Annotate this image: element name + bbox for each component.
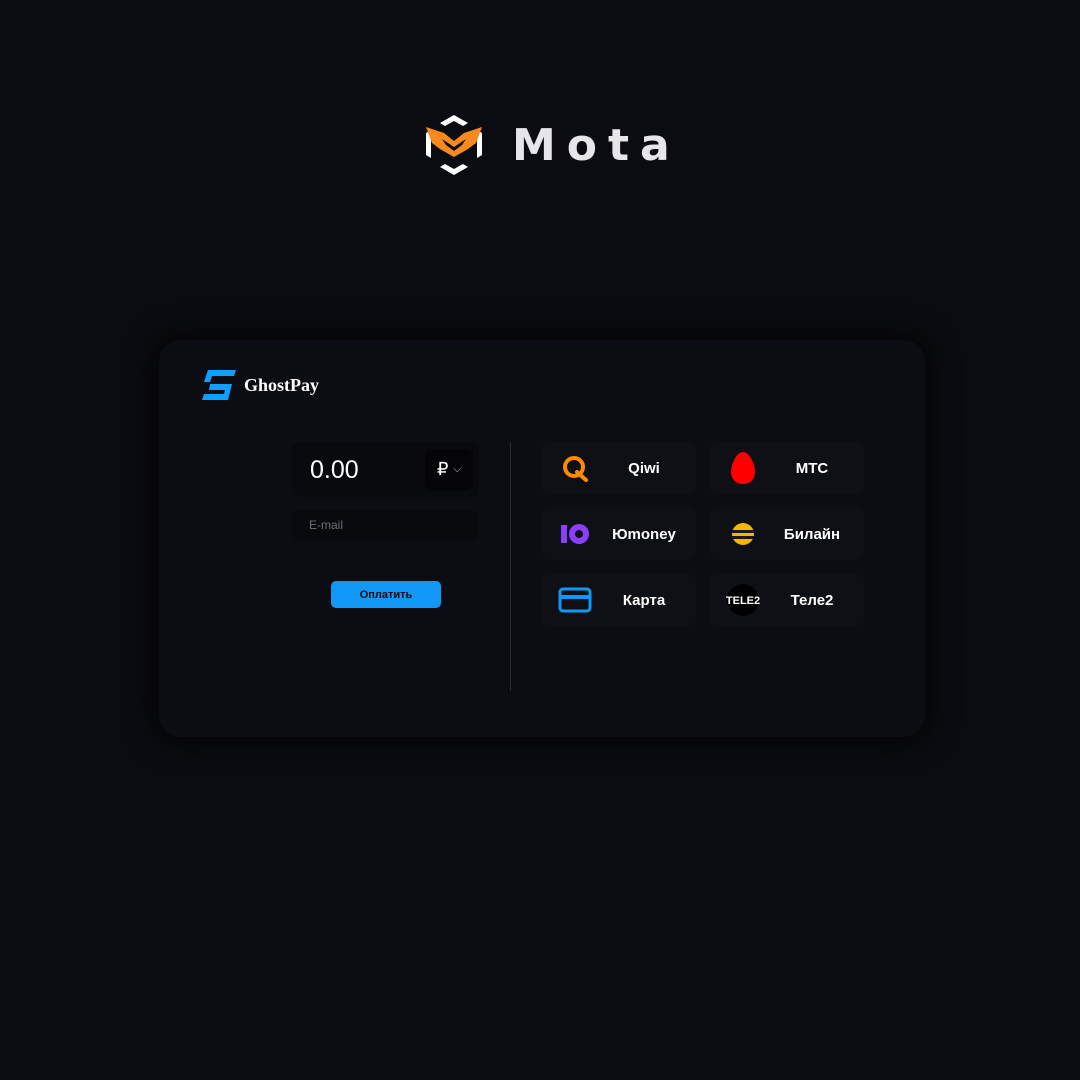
method-label: Юmoney [612,525,676,543]
method-label: Теле2 [790,591,834,609]
card-icon [558,584,592,616]
currency-select[interactable]: ₽ ⌵ [425,449,473,490]
method-label: Qiwi [628,459,660,477]
ghostpay-logo: GhostPay [202,370,319,400]
ghostpay-g-icon [202,370,236,400]
qiwi-icon [558,452,592,484]
mota-logo-icon [426,115,482,175]
divider [510,442,511,691]
svg-text:TELE2: TELE2 [726,595,760,607]
payment-card: GhostPay 0.00 ₽ ⌵ Оплатить Qiwi МТС [159,340,925,737]
amount-value[interactable]: 0.00 [310,456,359,485]
method-tele2[interactable]: TELE2 Теле2 [710,574,864,626]
pay-button[interactable]: Оплатить [331,581,441,608]
method-yoomoney[interactable]: Юmoney [542,508,696,560]
method-qiwi[interactable]: Qiwi [542,442,696,494]
method-label: Карта [622,591,666,609]
ghostpay-name: GhostPay [244,374,320,395]
mts-egg-icon [726,452,760,484]
email-field[interactable] [292,510,479,540]
beeline-icon [726,518,760,550]
currency-symbol: ₽ [436,459,449,479]
amount-field[interactable]: 0.00 ₽ ⌵ [292,442,479,497]
method-beeline[interactable]: Билайн [710,508,864,560]
tele2-icon: TELE2 [726,584,760,616]
yoomoney-icon [558,518,592,550]
method-label: МТС [795,459,829,477]
method-mts[interactable]: МТС [710,442,864,494]
method-label: Билайн [783,525,841,543]
brand-name: Mota [512,119,681,171]
chevron-down-icon: ⌵ [453,464,462,475]
method-card[interactable]: Карта [542,574,696,626]
brand-logo: Mota [422,113,681,177]
